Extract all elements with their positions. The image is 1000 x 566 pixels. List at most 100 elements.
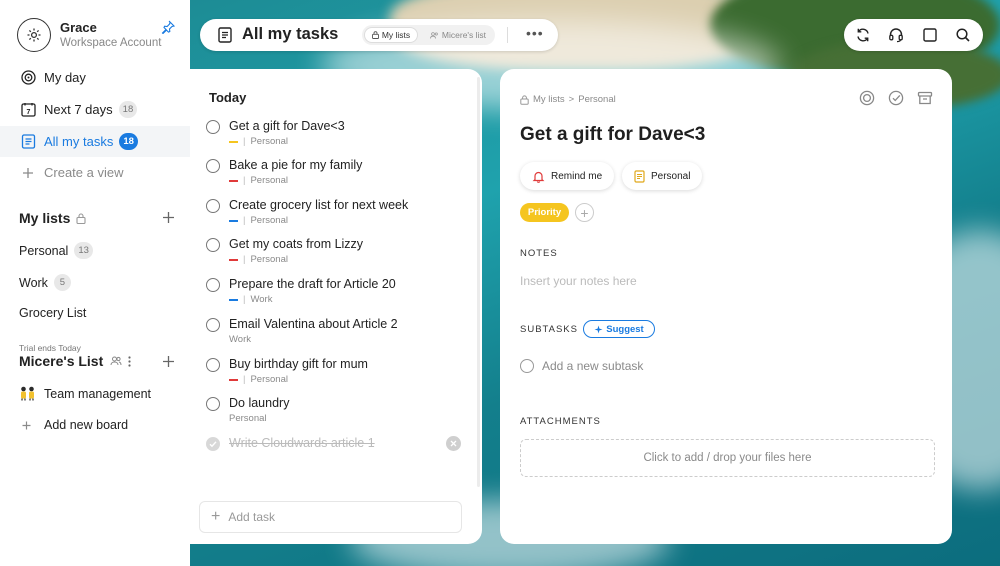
add-board-plus-button[interactable] [162,355,176,369]
attachments-label: ATTACHMENTS [520,416,601,427]
breadcrumb: My lists > Personal [520,94,616,105]
task-title: Create grocery list for next week [229,198,409,212]
task-title: Write Cloudwards article 1 [229,436,375,450]
task-checkbox[interactable] [206,159,220,173]
view-header-bar: All my tasks My lists Micere's list ••• [200,19,558,51]
sparkle-icon [594,325,603,334]
task-checkbox[interactable] [206,199,220,213]
task-meta: Personal [229,413,267,424]
suggest-button[interactable]: Suggest [583,320,655,338]
count-badge: 5 [53,274,71,291]
priority-marker [229,179,238,182]
shared-list-title[interactable]: Micere's List [19,353,131,369]
shared-users-icon [110,356,122,366]
delete-task-icon[interactable] [446,436,461,451]
task-checkbox[interactable] [206,120,220,134]
task-row[interactable]: Buy birthday gift for mum | Personal [205,357,467,395]
remind-me-button[interactable]: Remind me [520,162,615,190]
board-item-team-management[interactable]: Team management [19,386,151,401]
task-title: Email Valentina about Article 2 [229,317,398,331]
sync-icon[interactable] [855,27,871,43]
settings-gear-icon[interactable] [17,18,51,52]
task-checkbox[interactable] [206,238,220,252]
list-item-grocery[interactable]: Grocery List [19,306,86,320]
task-row[interactable]: Get my coats from Lizzy | Personal [205,237,467,275]
priority-tag[interactable]: Priority [520,203,569,222]
task-row[interactable]: Bake a pie for my family | Personal [205,158,467,196]
priority-marker [229,258,238,261]
list-icon [20,134,36,150]
plus-icon [22,421,31,430]
calendar-7-icon: 7 [20,102,36,118]
task-title: Do laundry [229,396,290,410]
add-list-button[interactable] [162,211,176,225]
task-detail-panel: My lists > Personal Get a gift for Dave<… [500,69,952,544]
task-checkbox[interactable] [206,278,220,292]
list-selector-button[interactable]: Personal [622,162,703,190]
task-checkbox-checked[interactable] [206,437,220,451]
add-tag-button[interactable]: + [575,203,594,222]
archive-icon[interactable] [917,90,933,106]
task-title: Bake a pie for my family [229,158,363,172]
more-options-icon[interactable]: ••• [526,25,544,41]
task-checkbox[interactable] [206,358,220,372]
task-meta: | Personal [229,215,288,226]
nav-create-view[interactable]: Create a view [0,157,190,188]
list-scope-toggle: My lists Micere's list [362,25,495,45]
nav-all-my-tasks[interactable]: All my tasks 18 [0,126,190,157]
task-row[interactable]: Prepare the draft for Article 20 | Work [205,277,467,315]
task-row[interactable]: Get a gift for Dave<3 | Personal [205,119,467,157]
nav-next-7-days[interactable]: 7 Next 7 days 18 [0,94,190,125]
add-subtask-input[interactable]: Add a new subtask [520,359,643,373]
my-lists-title[interactable]: My lists [19,210,86,226]
tab-my-lists[interactable]: My lists [364,27,418,43]
search-icon[interactable] [955,27,971,43]
divider [507,27,508,43]
count-badge: 13 [74,242,93,259]
complete-check-icon[interactable] [888,90,904,106]
list-item-personal[interactable]: Personal 13 [19,242,93,259]
support-headset-icon[interactable] [888,27,904,43]
task-row[interactable]: Create grocery list for next week | Perso… [205,198,467,236]
task-checkbox[interactable] [206,397,220,411]
notes-input[interactable]: Insert your notes here [520,274,637,288]
subtasks-label: SUBTASKS [520,324,578,335]
task-checkbox[interactable] [206,318,220,332]
kebab-menu-icon[interactable] [128,355,131,367]
task-title-heading[interactable]: Get a gift for Dave<3 [520,124,705,146]
nav-label: My day [44,70,86,85]
nav-label: Next 7 days [44,102,113,117]
task-meta: | Personal [229,136,288,147]
priority-marker [229,140,238,143]
tab-shared-list[interactable]: Micere's list [424,27,492,43]
priority-marker [229,378,238,381]
plus-icon: + [211,508,221,525]
lock-icon [371,31,379,39]
list-item-work[interactable]: Work 5 [19,274,71,291]
add-new-board[interactable]: Add new board [22,418,128,432]
focus-target-icon[interactable] [859,90,875,106]
add-task-input[interactable]: + Add task [199,501,462,533]
list-fade-overlay [190,457,482,493]
pin-icon[interactable] [161,20,176,35]
shared-users-icon [430,31,439,39]
task-row[interactable]: Email Valentina about Article 2 Work [205,317,467,355]
fullscreen-icon[interactable] [922,27,938,43]
breadcrumb-leaf[interactable]: Personal [578,94,616,105]
count-badge: 18 [119,133,138,150]
task-list-panel: Today Get a gift for Dave<3 | Personal Ba… [190,69,482,544]
priority-marker [229,219,238,222]
plus-icon [20,165,36,181]
task-row[interactable]: Do laundry Personal [205,396,467,434]
scrollbar[interactable] [477,77,480,487]
nav-label: Create a view [44,165,124,180]
breadcrumb-root[interactable]: My lists [533,94,565,105]
nav-my-day[interactable]: My day [0,62,190,93]
task-meta: | Personal [229,254,288,265]
bell-icon [532,170,545,183]
attachment-dropzone[interactable]: Click to add / drop your files here [520,439,935,477]
account-header[interactable]: Grace Workspace Account [17,18,177,52]
section-heading-today: Today [209,90,247,105]
nav-label: All my tasks [44,134,114,149]
task-meta: Work [229,334,251,345]
